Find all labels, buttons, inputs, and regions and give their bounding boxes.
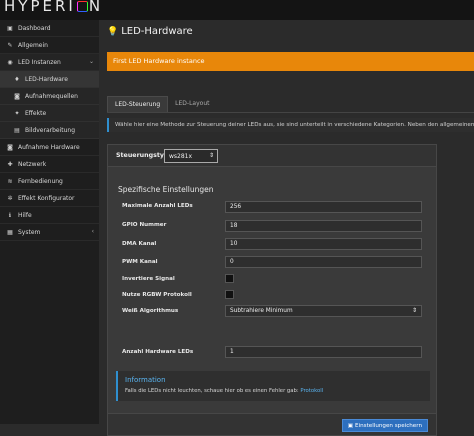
sidebar: ▣ Dashboard ✎ Allgemein ◉ LED Instanzen ⌄ ♦ L… [0,20,99,424]
white-algo-label: Weiß Algorithmus [122,308,179,314]
lightbulb-icon: ◉ [7,58,13,66]
max-leds-input[interactable]: 256 [225,201,422,213]
tab-led-layout[interactable]: LED-Layout [168,96,216,112]
info-text: Falls die LEDs nicht leuchten, schaue hi… [125,388,324,394]
gears-icon: ✲ [7,194,13,202]
dma-input[interactable]: 10 [225,238,422,250]
instance-banner: First LED Hardware instance [107,52,474,71]
sidebar-item-aufnahme-hardware[interactable]: ◙ Aufnahme Hardware [0,139,99,156]
info-icon: ℹ [8,211,12,219]
gpio-input[interactable]: 18 [225,220,422,232]
page-title: 💡 LED-Hardware [107,26,193,37]
main-content: 💡 LED-Hardware First LED Hardware instanc… [99,20,474,436]
pwm-input[interactable]: 0 [225,256,422,268]
lightbulb-icon: 💡 [107,27,119,37]
lightbulb-icon: ♦ [14,75,20,83]
tab-led-steuerung[interactable]: LED-Steuerung [107,96,169,112]
protokoll-link[interactable]: Protokoll [300,388,323,394]
hw-leds-label: Anzahl Hardware LEDs [122,349,194,355]
white-algo-select[interactable]: Subtrahiere Minimum ⇕ [225,305,422,317]
sparkle-icon: ✦ [14,109,20,117]
sidebar-item-system[interactable]: ▦ System ‹ [0,224,99,241]
chevron-down-icon: ⌄ [88,58,94,65]
controller-select[interactable]: ws281x ⇕ [164,149,218,163]
dashboard-icon: ▣ [7,24,13,32]
panel-footer: ▣ Einstellungen speichern [108,413,436,435]
wifi-icon: ≋ [7,177,13,185]
logo-ring-icon [76,1,88,12]
wrench-icon: ✎ [7,41,13,49]
sidebar-item-aufnahmequellen[interactable]: ◙ Aufnahmequellen [0,88,99,105]
chevron-left-icon: ‹ [91,228,94,235]
intro-text: Wähle hier eine Methode zur Steuerung de… [107,118,474,132]
camera-icon: ◙ [14,92,20,100]
sidebar-item-netzwerk[interactable]: ✚ Netzwerk [0,156,99,173]
camera-icon: ◙ [7,143,13,151]
network-icon: ✚ [7,160,13,168]
invert-checkbox[interactable] [225,274,234,283]
section-title: Spezifische Einstellungen [118,185,214,194]
pwm-label: PWM Kanal [122,259,158,265]
info-box: Information Falls die LEDs nicht leuchte… [116,371,430,401]
dma-label: DMA Kanal [122,241,157,247]
sidebar-item-effekt-konfigurator[interactable]: ✲ Effekt Konfigurator [0,190,99,207]
controller-label: Steuerungstyp: [116,152,172,159]
save-button[interactable]: ▣ Einstellungen speichern [341,419,428,432]
sidebar-item-bildverarbeitung[interactable]: ▤ Bildverarbeitung [0,122,99,139]
server-icon: ▦ [7,228,13,236]
controller-row: Steuerungstyp: ws281x ⇕ [108,145,436,167]
sidebar-item-hilfe[interactable]: ℹ Hilfe [0,207,99,224]
settings-panel: Steuerungstyp: ws281x ⇕ Spezifische Einst… [107,144,437,436]
sidebar-item-fernbedienung[interactable]: ≋ Fernbedienung [0,173,99,190]
sidebar-item-led-instanzen[interactable]: ◉ LED Instanzen ⌄ [0,54,99,71]
top-bar: HYPERI N [0,0,474,20]
sidebar-item-effekte[interactable]: ✦ Effekte [0,105,99,122]
hyperion-logo[interactable]: HYPERI N [4,0,103,15]
rgbw-label: Nutze RGBW Protokoll [122,292,192,298]
gpio-label: GPIO Nummer [122,222,167,228]
chevron-updown-icon: ⇕ [208,152,214,159]
info-title: Information [125,376,166,384]
sidebar-item-led-hardware[interactable]: ♦ LED-Hardware [0,71,99,88]
image-icon: ▤ [14,126,20,134]
invert-label: Invertiere Signal [122,276,175,282]
chevron-updown-icon: ⇕ [411,307,417,314]
rgbw-checkbox[interactable] [225,290,234,299]
max-leds-label: Maximale Anzahl LEDs [122,203,193,209]
tab-bar: LED-Steuerung LED-Layout [107,96,474,113]
hw-leds-input[interactable]: 1 [225,346,422,358]
sidebar-item-allgemein[interactable]: ✎ Allgemein [0,37,99,54]
sidebar-item-dashboard[interactable]: ▣ Dashboard [0,20,99,37]
